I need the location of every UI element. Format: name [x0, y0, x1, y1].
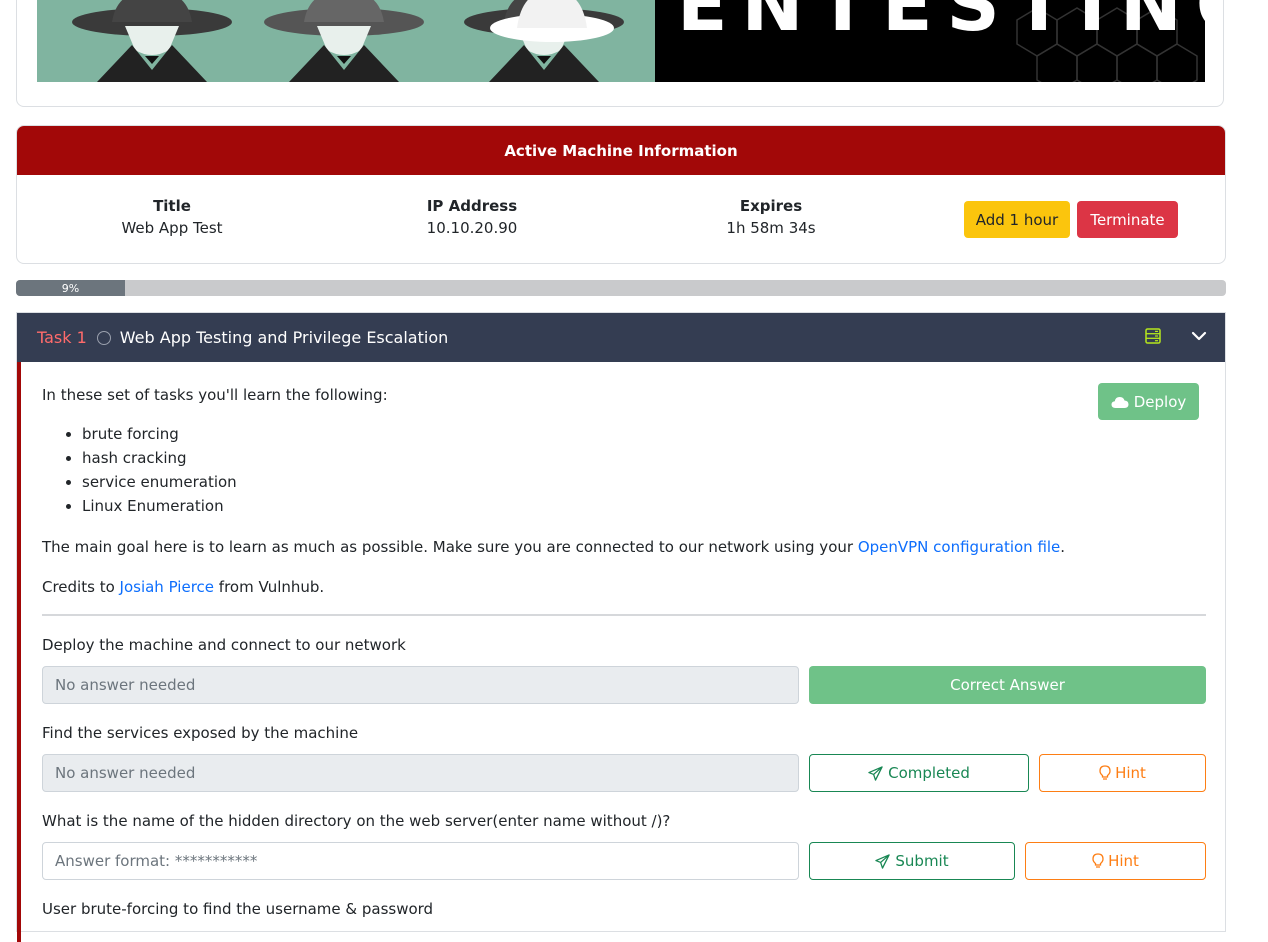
question-text: Find the services exposed by the machine	[42, 724, 359, 742]
active-machine-card: Active Machine Information Title Web App…	[16, 125, 1226, 264]
machine-ip-value: 10.10.20.90	[426, 219, 518, 237]
question-text: What is the name of the hidden directory…	[42, 812, 671, 830]
terminate-button[interactable]: Terminate	[1077, 201, 1178, 238]
paper-plane-icon	[875, 853, 891, 869]
room-progress-fill: 9%	[16, 280, 125, 296]
deploy-button[interactable]: Deploy	[1098, 383, 1199, 420]
machine-expires-col: Expires 1h 58m 34s	[671, 197, 871, 237]
task-goal-text: The main goal here is to learn as much a…	[42, 538, 1066, 556]
room-banner-image: ENTESTING	[37, 0, 1205, 82]
task-credits-text: Credits to Josiah Pierce from Vulnhub.	[42, 578, 325, 596]
answer-input[interactable]: Answer format: ***********	[42, 842, 799, 880]
room-progress-bar: 9%	[16, 280, 1226, 296]
machine-ip-col: IP Address 10.10.20.90	[372, 197, 572, 237]
spy-figure-icon	[264, 0, 424, 82]
section-divider	[42, 614, 1206, 616]
task-title: Web App Testing and Privilege Escalation	[119, 328, 449, 347]
task-status-circle-icon	[96, 330, 111, 345]
task-header[interactable]: Task 1 Web App Testing and Privilege Esc…	[17, 313, 1225, 362]
question-text: Deploy the machine and connect to our ne…	[42, 636, 406, 654]
machine-expires-value: 1h 58m 34s	[726, 219, 816, 237]
task-number: Task 1	[37, 328, 87, 347]
machine-title-label: Title	[153, 197, 191, 215]
cloud-icon	[1111, 396, 1129, 408]
deploy-button-label: Deploy	[1133, 392, 1187, 411]
completed-button[interactable]: Completed	[809, 754, 1029, 792]
machine-expires-label: Expires	[739, 197, 803, 215]
active-machine-header: Active Machine Information	[17, 126, 1225, 175]
machine-title-value: Web App Test	[121, 219, 223, 237]
answer-field: No answer needed	[42, 754, 799, 792]
answer-field: No answer needed	[42, 666, 799, 704]
list-item: hash cracking	[82, 446, 237, 470]
machine-ip-label: IP Address	[426, 197, 518, 215]
correct-answer-button: Correct Answer	[809, 666, 1206, 704]
hint-button[interactable]: Hint	[1025, 842, 1206, 880]
list-item: Linux Enumeration	[82, 494, 237, 518]
machine-title-col: Title Web App Test	[72, 197, 272, 237]
credits-author-link[interactable]: Josiah Pierce	[120, 578, 214, 596]
lightbulb-icon	[1092, 853, 1104, 868]
task-card: Task 1 Web App Testing and Privilege Esc…	[16, 312, 1226, 942]
server-icon[interactable]	[1145, 328, 1161, 344]
openvpn-config-link[interactable]: OpenVPN configuration file	[858, 538, 1060, 556]
hint-button[interactable]: Hint	[1039, 754, 1206, 792]
list-item: brute forcing	[82, 422, 237, 446]
skills-list: brute forcing hash cracking service enum…	[42, 422, 237, 518]
banner-title-text: ENTESTING	[677, 0, 1205, 48]
task-body: Deploy In these set of tasks you'll lear…	[17, 362, 1225, 942]
question-text: User brute-forcing to find the username …	[42, 900, 434, 918]
list-item: service enumeration	[82, 470, 237, 494]
chevron-down-icon[interactable]	[1191, 328, 1207, 344]
lightbulb-icon	[1099, 765, 1111, 780]
add-hour-button[interactable]: Add 1 hour	[964, 201, 1070, 238]
white-hat-icon	[490, 0, 614, 42]
spy-figure-icon	[72, 0, 232, 82]
paper-plane-icon	[868, 765, 883, 781]
task-intro-text: In these set of tasks you'll learn the f…	[42, 386, 388, 404]
submit-button[interactable]: Submit	[809, 842, 1015, 880]
